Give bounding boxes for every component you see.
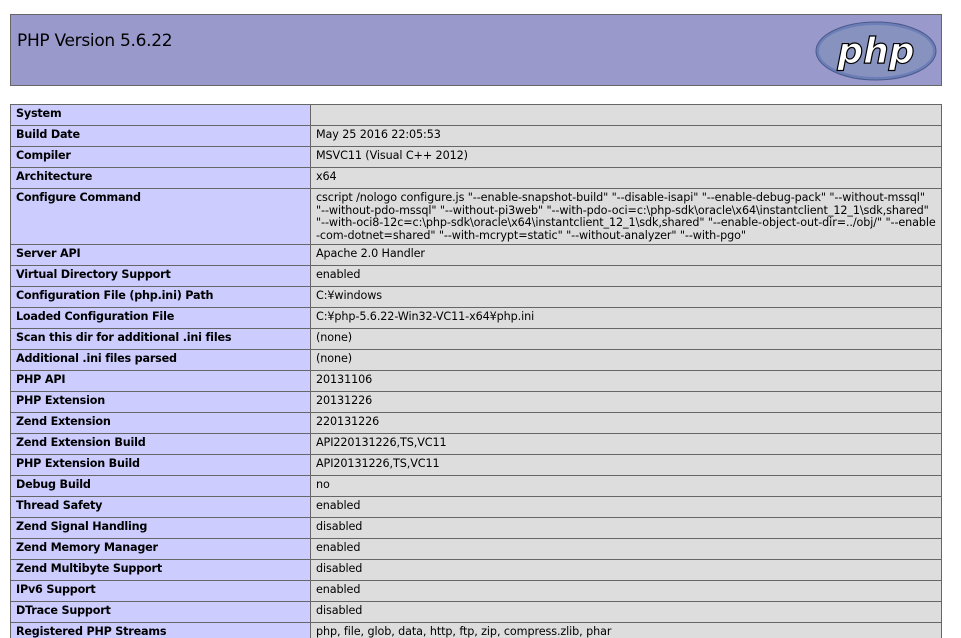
info-row: PHP API 20131106 xyxy=(10,370,942,392)
info-label: Additional .ini files parsed xyxy=(10,349,311,371)
info-row: Additional .ini files parsed (none) xyxy=(10,349,942,371)
info-label: PHP Extension Build xyxy=(10,454,311,476)
info-value: C:¥windows xyxy=(310,286,942,308)
info-value: no xyxy=(310,475,942,497)
info-value: php, file, glob, data, http, ftp, zip, c… xyxy=(310,622,942,638)
info-row: Registered PHP Streams php, file, glob, d… xyxy=(10,622,942,638)
info-label: PHP Extension xyxy=(10,391,311,413)
info-value: enabled xyxy=(310,265,942,287)
info-value: Apache 2.0 Handler xyxy=(310,244,942,266)
info-label: Zend Extension Build xyxy=(10,433,311,455)
info-value: disabled xyxy=(310,517,942,539)
info-label: Architecture xyxy=(10,167,311,189)
info-label: Debug Build xyxy=(10,475,311,497)
info-value: May 25 2016 22:05:53 xyxy=(310,125,942,147)
info-value: x64 xyxy=(310,167,942,189)
info-row: Thread Safety enabled xyxy=(10,496,942,518)
info-row: Scan this dir for additional .ini files(… xyxy=(10,328,942,350)
info-label: Configure Command xyxy=(10,188,311,245)
info-label: Loaded Configuration File xyxy=(10,307,311,329)
info-value: enabled xyxy=(310,538,942,560)
info-value: API20131226,TS,VC11 xyxy=(310,454,942,476)
info-label: IPv6 Support xyxy=(10,580,311,602)
info-label: Thread Safety xyxy=(10,496,311,518)
info-row: Zend Extension 220131226 xyxy=(10,412,942,434)
info-row: PHP Extension Build API20131226,TS,VC11 xyxy=(10,454,942,476)
info-row: Loaded Configuration File C:¥php-5.6.22-W… xyxy=(10,307,942,329)
info-row: IPv6 Support enabled xyxy=(10,580,942,602)
info-label: Virtual Directory Support xyxy=(10,265,311,287)
info-value: C:¥php-5.6.22-Win32-VC11-x64¥php.ini xyxy=(310,307,942,329)
info-label: Server API xyxy=(10,244,311,266)
info-value: enabled xyxy=(310,580,942,602)
info-row: Zend Extension Build API220131226,TS,VC11 xyxy=(10,433,942,455)
info-label: Registered PHP Streams xyxy=(10,622,311,638)
info-label: Build Date xyxy=(10,125,311,147)
info-label: Scan this dir for additional .ini files xyxy=(10,328,311,350)
info-value: (none) xyxy=(310,328,942,350)
info-label: PHP API xyxy=(10,370,311,392)
info-label: Compiler xyxy=(10,146,311,168)
info-value: disabled xyxy=(310,559,942,581)
info-row: Zend Signal Handling disabled xyxy=(10,517,942,539)
php-version-header: PHP Version 5.6.22 php xyxy=(10,14,942,86)
info-row: Server API Apache 2.0 Handler xyxy=(10,244,942,266)
info-value: API220131226,TS,VC11 xyxy=(310,433,942,455)
info-label: Zend Multibyte Support xyxy=(10,559,311,581)
info-label: Zend Extension xyxy=(10,412,311,434)
info-row: DTrace Support disabled xyxy=(10,601,942,623)
info-label: Zend Memory Manager xyxy=(10,538,311,560)
info-row: Compiler MSVC11 (Visual C++ 2012) xyxy=(10,146,942,168)
info-row: Configuration File (php.ini) Path C:¥wind… xyxy=(10,286,942,308)
info-value: MSVC11 (Visual C++ 2012) xyxy=(310,146,942,168)
page-title: PHP Version 5.6.22 xyxy=(17,31,173,51)
info-label: System xyxy=(10,104,311,126)
info-label: DTrace Support xyxy=(10,601,311,623)
info-value: cscript /nologo configure.js "--enable-s… xyxy=(310,188,942,245)
info-row: Virtual Directory Support enabled xyxy=(10,265,942,287)
info-row: Build Date May 25 2016 22:05:53 xyxy=(10,125,942,147)
info-value: 220131226 xyxy=(310,412,942,434)
info-label: Zend Signal Handling xyxy=(10,517,311,539)
info-row: Architecture x64 xyxy=(10,167,942,189)
info-row: PHP Extension 20131226 xyxy=(10,391,942,413)
info-label: Configuration File (php.ini) Path xyxy=(10,286,311,308)
info-row: Zend Multibyte Support disabled xyxy=(10,559,942,581)
info-row: Debug Build no xyxy=(10,475,942,497)
php-logo-text: php xyxy=(836,31,914,72)
info-value: 20131106 xyxy=(310,370,942,392)
info-value xyxy=(310,104,942,126)
info-value: enabled xyxy=(310,496,942,518)
info-value: 20131226 xyxy=(310,391,942,413)
info-row: Configure Command cscript /nologo configu… xyxy=(10,188,942,245)
info-value: (none) xyxy=(310,349,942,371)
info-value: disabled xyxy=(310,601,942,623)
php-info-table: System Build Date May 25 2016 22:05:53 Comp… xyxy=(10,104,942,638)
php-logo-icon: php xyxy=(815,21,937,81)
info-row: Zend Memory Manager enabled xyxy=(10,538,942,560)
info-row: System xyxy=(10,104,942,126)
